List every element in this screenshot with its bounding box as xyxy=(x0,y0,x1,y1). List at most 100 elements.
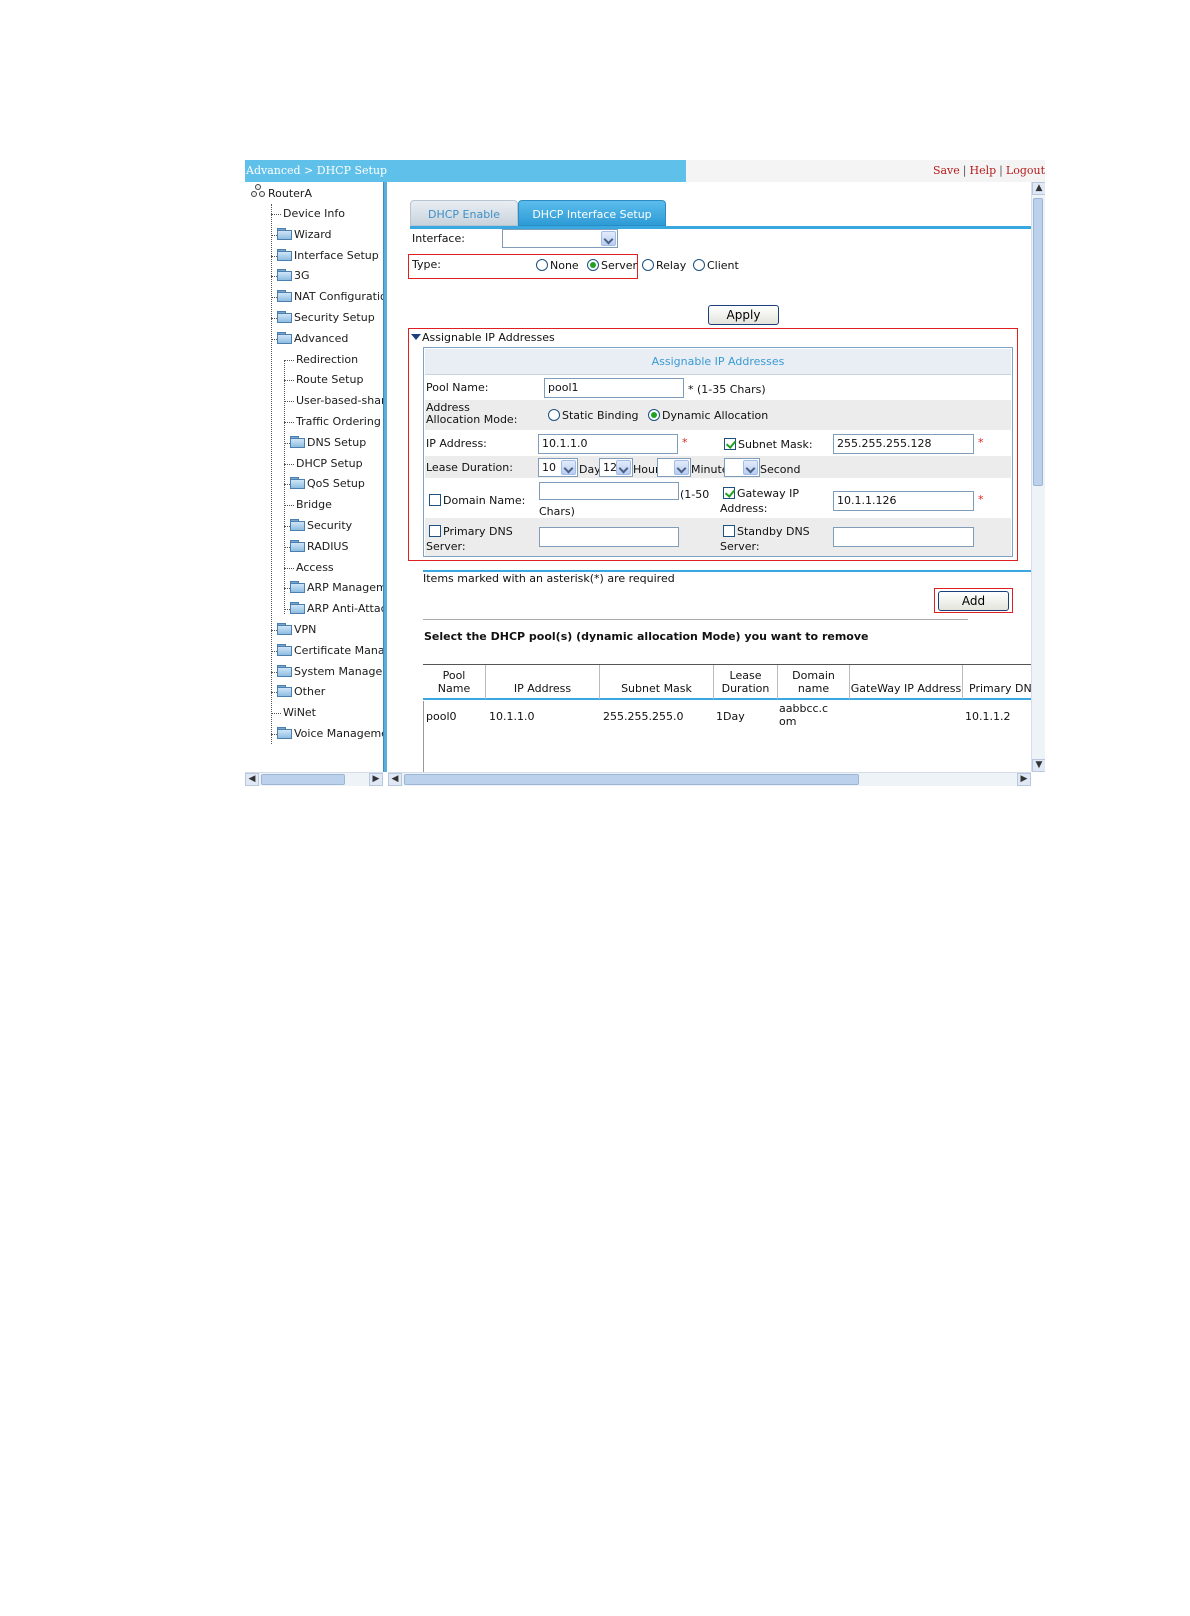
tree-scroll-thumb[interactable] xyxy=(261,774,345,785)
main-horizontal-scrollbar[interactable]: ◀ ▶ xyxy=(388,772,1031,786)
primary-dns-input[interactable] xyxy=(539,527,679,547)
alloc-static-label: Static Binding xyxy=(562,409,639,422)
tree-item[interactable]: Interface Setup xyxy=(277,246,379,266)
gateway-required-asterisk: * xyxy=(978,493,984,506)
lease-minute-select[interactable] xyxy=(657,458,691,477)
tree-item[interactable]: Other xyxy=(277,682,325,702)
tree-item[interactable]: Security xyxy=(290,516,352,536)
tree-item[interactable]: Voice Management xyxy=(277,724,383,744)
required-note: Items marked with an asterisk(*) are req… xyxy=(423,572,675,585)
tree-horizontal-scrollbar[interactable]: ◀ ▶ xyxy=(245,772,383,786)
domain-name-field[interactable]: Domain Name: xyxy=(429,494,525,507)
radio-dynamic-allocation[interactable] xyxy=(648,409,660,421)
tree-item[interactable]: Traffic Ordering xyxy=(296,412,381,432)
type-option-server[interactable]: Server xyxy=(587,259,637,272)
tree-item[interactable]: Certificate Management xyxy=(277,641,383,661)
subnet-mask-checkbox[interactable] xyxy=(724,438,736,450)
tree-item[interactable]: Bridge xyxy=(296,495,332,515)
ip-address-label: IP Address: xyxy=(426,437,487,450)
alloc-dynamic-option[interactable]: Dynamic Allocation xyxy=(648,409,768,422)
folder-icon xyxy=(290,602,305,615)
tree-item[interactable]: Advanced xyxy=(277,329,348,349)
link-separator: | xyxy=(999,164,1003,177)
save-link[interactable]: Save xyxy=(933,164,960,177)
gateway-field[interactable]: Gateway IP xyxy=(723,487,799,500)
tree-root-label: RouterA xyxy=(268,187,312,200)
gateway-checkbox[interactable] xyxy=(723,487,735,499)
lease-second-select[interactable] xyxy=(724,458,760,477)
vertical-scroll-thumb[interactable] xyxy=(1033,198,1043,486)
main-scroll-left-button[interactable]: ◀ xyxy=(388,773,402,786)
radio-relay[interactable] xyxy=(642,259,654,271)
tree-item[interactable]: VPN xyxy=(277,620,316,640)
tree-item[interactable]: ARP Management xyxy=(290,578,383,598)
tab-dhcp-interface-setup[interactable]: DHCP Interface Setup xyxy=(518,200,666,226)
tree-item[interactable]: ARP Anti-Attack xyxy=(290,599,383,619)
tab-dhcp-enable[interactable]: DHCP Enable xyxy=(410,200,518,226)
scroll-down-button[interactable]: ▼ xyxy=(1032,759,1045,772)
lease-day-select[interactable]: 10 xyxy=(538,458,578,477)
help-link[interactable]: Help xyxy=(970,164,997,177)
tree-item[interactable]: Wizard xyxy=(277,225,332,245)
tree-item[interactable]: Access xyxy=(296,558,334,578)
primary-dns-checkbox[interactable] xyxy=(429,525,441,537)
folder-icon xyxy=(277,269,292,282)
cell-ip-address: 10.1.1.0 xyxy=(489,710,535,723)
domain-name-checkbox[interactable] xyxy=(429,494,441,506)
radio-none[interactable] xyxy=(536,259,548,271)
tree-scroll-left-button[interactable]: ◀ xyxy=(245,773,259,786)
lease-hour-select[interactable]: 12 xyxy=(599,458,633,477)
tree-item[interactable]: User-based-sharing xyxy=(296,391,383,411)
standby-dns-input[interactable] xyxy=(833,527,974,547)
vertical-scrollbar[interactable]: ▲ ▼ xyxy=(1031,182,1045,772)
radio-static-binding[interactable] xyxy=(548,409,560,421)
standby-dns-label-2: Server: xyxy=(720,540,760,553)
tree-item[interactable]: RADIUS xyxy=(290,537,348,557)
scroll-up-button[interactable]: ▲ xyxy=(1032,182,1045,195)
pool-name-input[interactable]: pool1 xyxy=(544,378,684,398)
tree-scroll-right-button[interactable]: ▶ xyxy=(369,773,383,786)
ip-address-input[interactable]: 10.1.1.0 xyxy=(538,434,678,454)
tree-item[interactable]: Device Info xyxy=(283,204,345,224)
tree-item[interactable]: 3G xyxy=(277,266,310,286)
type-option-none[interactable]: None xyxy=(536,259,579,272)
radio-server[interactable] xyxy=(587,259,599,271)
tree-item[interactable]: NAT Configuration xyxy=(277,287,383,307)
type-option-relay[interactable]: Relay xyxy=(642,259,686,272)
subnet-mask-label: Subnet Mask: xyxy=(738,438,813,451)
tree-item-label: 3G xyxy=(294,269,310,283)
alloc-static-option[interactable]: Static Binding xyxy=(548,409,639,422)
tree-item[interactable]: WiNet xyxy=(283,703,316,723)
main-scroll-thumb[interactable] xyxy=(404,774,859,785)
chevron-down-icon xyxy=(601,231,616,246)
tree-item[interactable]: Security Setup xyxy=(277,308,375,328)
tree-item[interactable]: DHCP Setup xyxy=(296,454,363,474)
tree-item[interactable]: System Management xyxy=(277,662,383,682)
standby-dns-field[interactable]: Standby DNS xyxy=(723,525,810,538)
subnet-mask-input[interactable]: 255.255.255.128 xyxy=(833,434,974,454)
domain-name-input[interactable] xyxy=(539,482,679,500)
section-toggle[interactable]: Assignable IP Addresses xyxy=(411,331,555,344)
type-option-client[interactable]: Client xyxy=(693,259,739,272)
gateway-input[interactable]: 10.1.1.126 xyxy=(833,491,974,511)
tree-item[interactable]: Route Setup xyxy=(296,370,363,390)
tree-item-label: Security xyxy=(307,519,353,532)
add-button[interactable]: Add xyxy=(938,591,1009,611)
top-bar: Advanced > DHCP Setup Save | Help | Logout xyxy=(245,160,1045,182)
pane-divider[interactable] xyxy=(383,182,387,772)
lease-minute-unit: Minute xyxy=(691,463,729,476)
interface-select[interactable] xyxy=(502,229,618,248)
tree-item-label: Traffic Ordering xyxy=(296,415,381,428)
main-scroll-right-button[interactable]: ▶ xyxy=(1017,773,1031,786)
radio-client[interactable] xyxy=(693,259,705,271)
logout-link[interactable]: Logout xyxy=(1006,164,1045,177)
apply-button[interactable]: Apply xyxy=(708,305,779,325)
standby-dns-checkbox[interactable] xyxy=(723,525,735,537)
tree-item[interactable]: Redirection xyxy=(296,350,358,370)
primary-dns-label-2: Server: xyxy=(426,540,466,553)
tree-root[interactable]: RouterA xyxy=(251,184,312,204)
subnet-mask-field[interactable]: Subnet Mask: xyxy=(724,438,813,451)
primary-dns-field[interactable]: Primary DNS xyxy=(429,525,513,538)
tree-item[interactable]: DNS Setup xyxy=(290,433,366,453)
tree-item[interactable]: QoS Setup xyxy=(290,474,365,494)
